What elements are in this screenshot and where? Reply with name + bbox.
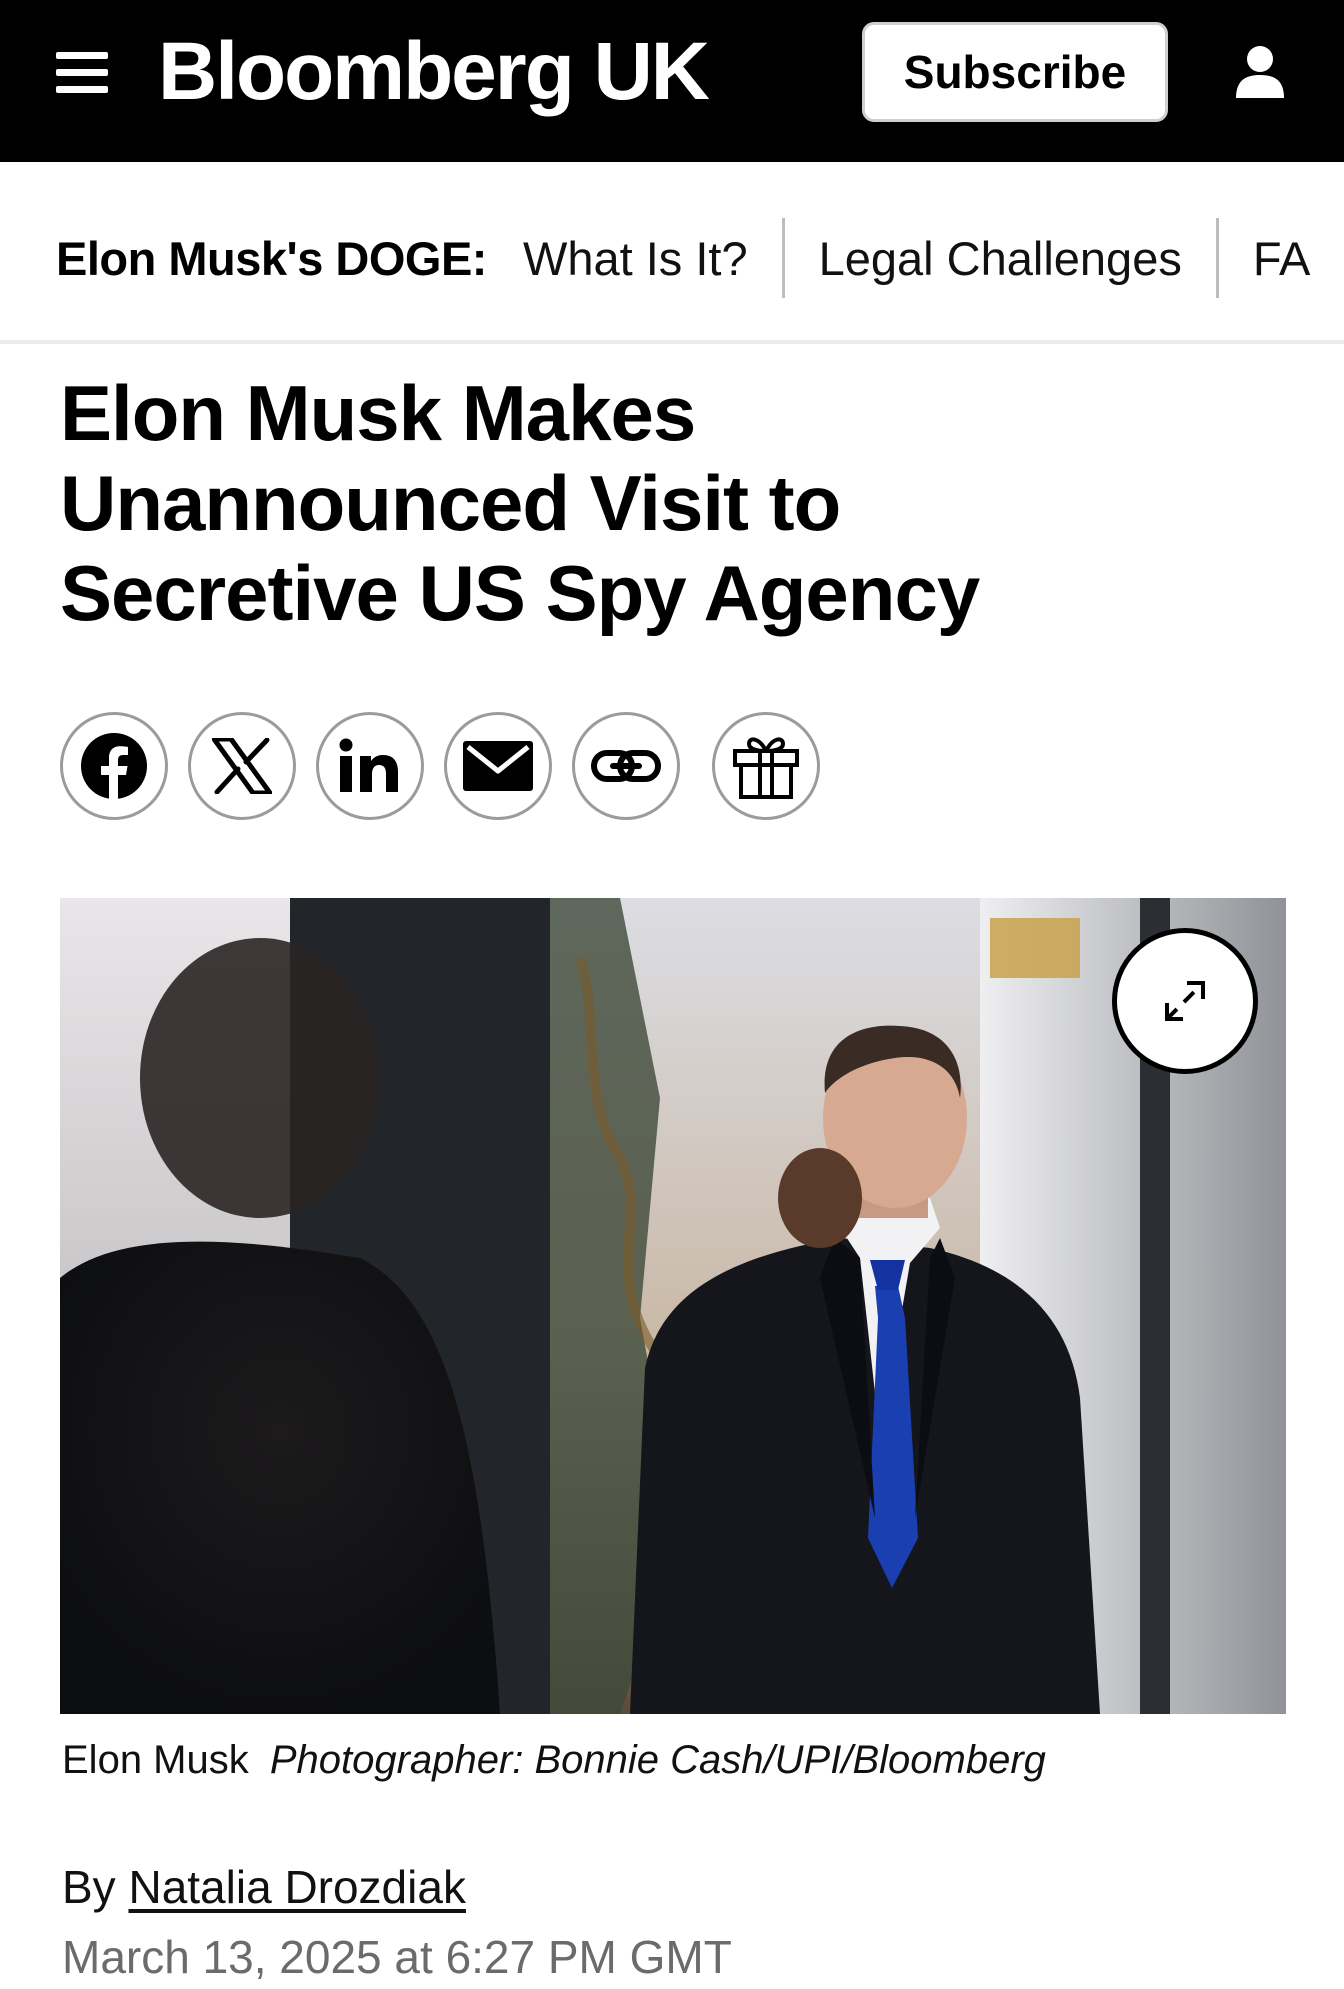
facebook-icon: [81, 733, 147, 801]
top-header-bar: Bloomberg UK Subscribe: [0, 0, 1344, 162]
subnav-topic-label: Elon Musk's DOGE:: [56, 231, 487, 285]
subnav-divider: [1215, 218, 1219, 298]
share-x-button[interactable]: [188, 712, 296, 820]
site-logo[interactable]: Bloomberg UK: [158, 22, 710, 122]
gift-article-button[interactable]: [712, 712, 820, 820]
subnav-link-what-is-it[interactable]: What Is It?: [523, 231, 782, 286]
user-account-icon[interactable]: [1232, 44, 1288, 100]
headline-line: Elon Musk Makes: [60, 369, 696, 457]
linkedin-icon: [339, 738, 398, 792]
headline-line: Secretive US Spy Agency: [60, 549, 980, 637]
x-icon: [212, 738, 272, 794]
gift-icon: [733, 737, 799, 799]
share-facebook-button[interactable]: [60, 712, 168, 820]
headline-line: Unannounced Visit to: [60, 459, 841, 547]
hamburger-menu-icon[interactable]: [56, 52, 108, 94]
subnav-divider: [781, 218, 785, 298]
hero-photo[interactable]: [60, 898, 1286, 1714]
link-icon: [591, 750, 661, 782]
publish-date: March 13, 2025 at 6:27 PM GMT: [62, 1931, 732, 1983]
image-expand-button[interactable]: [1112, 928, 1258, 1074]
byline-prefix: By: [62, 1861, 116, 1913]
caption-credit: Photographer: Bonnie Cash/UPI/Bloomberg: [269, 1738, 1046, 1782]
share-linkedin-button[interactable]: [316, 712, 424, 820]
byline: By Natalia Drozdiak: [62, 1860, 466, 1914]
expand-icon: [1165, 981, 1205, 1021]
email-icon: [463, 741, 533, 791]
author-link[interactable]: Natalia Drozdiak: [128, 1861, 465, 1913]
topic-subnav: Elon Musk's DOGE: What Is It? Legal Chal…: [0, 162, 1344, 344]
subscribe-button[interactable]: Subscribe: [862, 22, 1168, 122]
caption-subject: Elon Musk: [62, 1738, 249, 1782]
article-headline: Elon Musk Makes Unannounced Visit to Sec…: [60, 368, 1140, 638]
image-caption: Elon Musk Photographer: Bonnie Cash/UPI/…: [62, 1738, 1046, 1783]
subnav-link-legal-challenges[interactable]: Legal Challenges: [819, 231, 1216, 286]
subnav-link-faq[interactable]: FA: [1253, 231, 1344, 286]
share-email-button[interactable]: [444, 712, 552, 820]
copy-link-button[interactable]: [572, 712, 680, 820]
